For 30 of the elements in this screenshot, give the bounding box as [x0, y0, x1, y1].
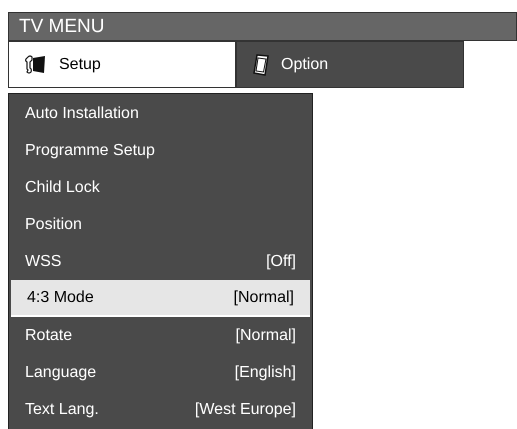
menu-item-label: Programme Setup: [25, 140, 155, 160]
notepad-icon: [253, 54, 269, 76]
menu-tab[interactable]: Option: [236, 41, 464, 88]
menu-item[interactable]: WSS [Off]: [9, 243, 312, 280]
tab-label: Option: [281, 54, 328, 74]
tab-label: Setup: [59, 54, 101, 74]
menu-item-value: [Normal]: [234, 288, 294, 308]
menu-item[interactable]: Language [English]: [9, 354, 312, 391]
menu-item[interactable]: Child Lock: [9, 169, 312, 206]
menu-item-label: Child Lock: [25, 178, 100, 198]
menu-item-label: Rotate: [25, 326, 72, 346]
menu-tab[interactable]: Setup: [8, 41, 236, 88]
menu-item[interactable]: Position: [9, 206, 312, 243]
menu-item-label: Auto Installation: [25, 104, 139, 124]
menu-item-label: Position: [25, 214, 82, 234]
menu-item-label: WSS: [25, 252, 62, 272]
menu-item-label: Language: [25, 362, 96, 382]
menu-item-value: [West Europe]: [194, 400, 296, 420]
tools-icon: [25, 54, 47, 74]
menu-item[interactable]: Programme Setup: [9, 132, 312, 169]
menu-item-value: [English]: [234, 362, 296, 382]
menu-item[interactable]: Text Lang. [West Europe]: [9, 391, 312, 428]
menu-item-label: Text Lang.: [25, 400, 99, 420]
window-title: TV MENU: [8, 12, 517, 41]
menu-item[interactable]: Auto Installation: [9, 95, 312, 132]
menu-item-label: 4:3 Mode: [27, 288, 94, 308]
menu-item[interactable]: Rotate [Normal]: [9, 317, 312, 354]
menu-item[interactable]: 4:3 Mode [Normal]: [11, 280, 310, 317]
menu-item-value: [Off]: [266, 252, 296, 272]
menu-item-value: [Normal]: [236, 326, 296, 346]
